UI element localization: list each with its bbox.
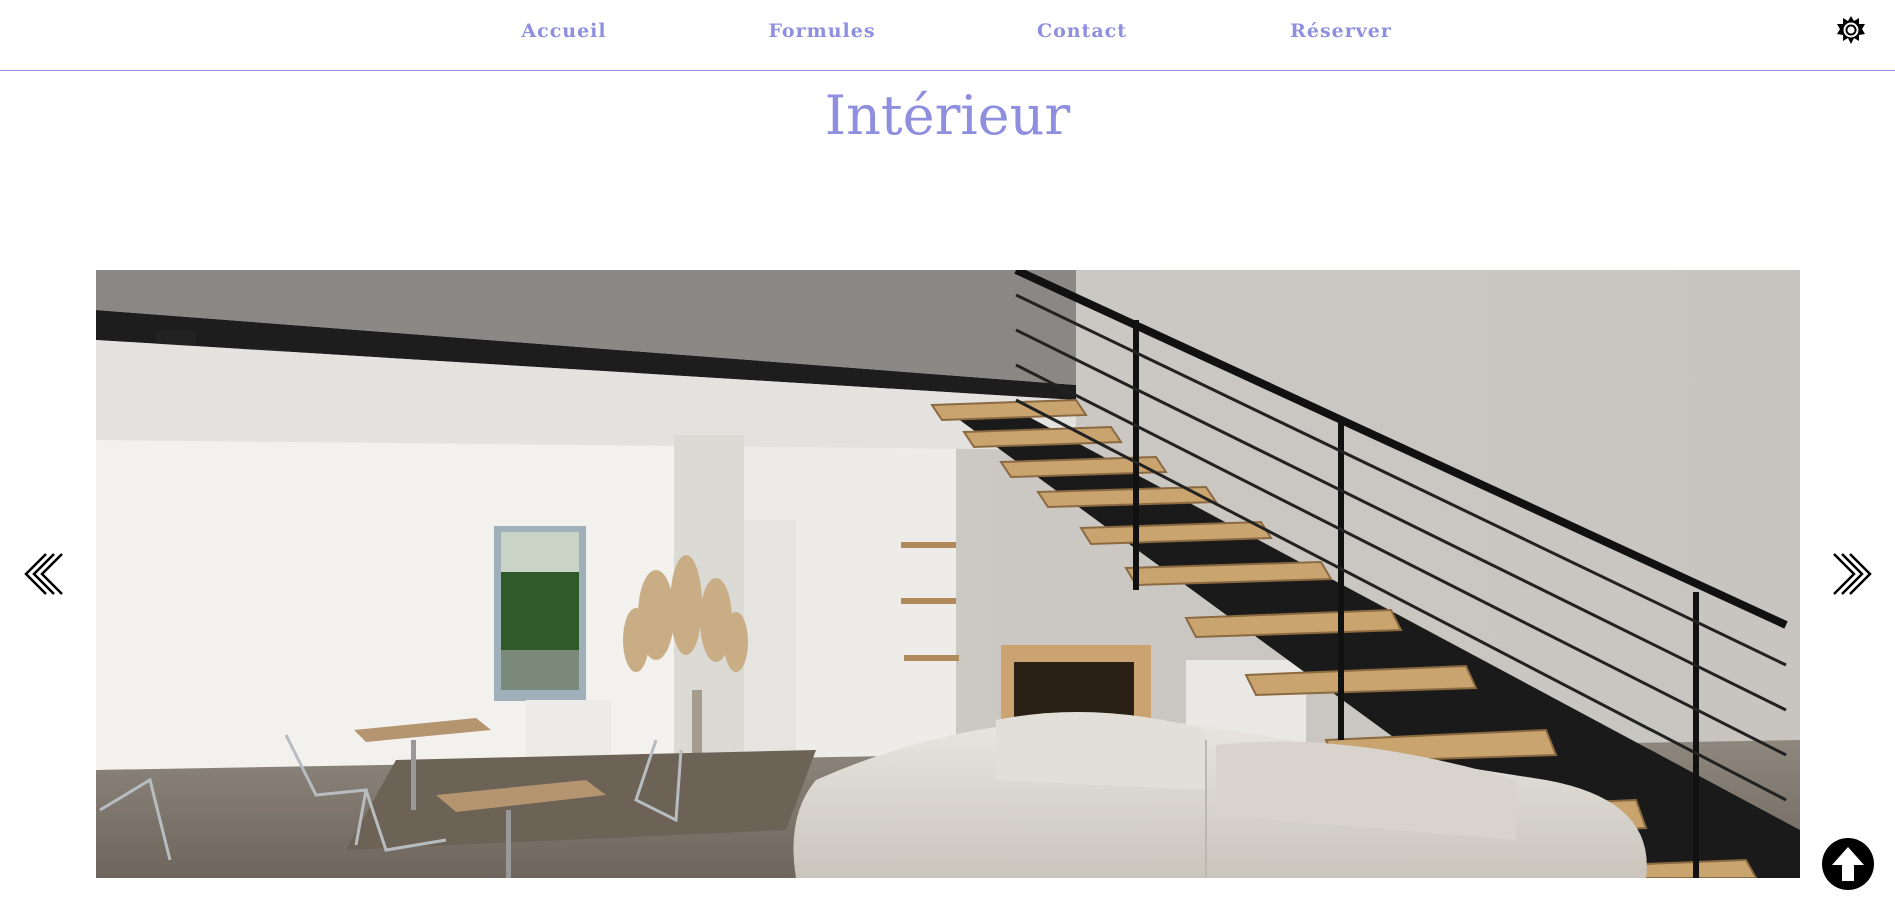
nav-link-accueil[interactable]: Accueil	[521, 20, 606, 42]
scroll-to-top-button[interactable]	[1822, 838, 1874, 890]
theme-toggle-button[interactable]	[1836, 15, 1866, 45]
nav-link-contact[interactable]: Contact	[1037, 20, 1127, 42]
double-chevron-left-icon	[24, 553, 63, 595]
carousel-next-button[interactable]	[1826, 550, 1874, 598]
top-navbar: Accueil Formules Contact Réserver	[0, 0, 1895, 71]
double-chevron-right-icon	[1833, 553, 1872, 595]
image-carousel	[0, 270, 1895, 878]
carousel-prev-button[interactable]	[22, 550, 70, 598]
nav-link-reserver[interactable]: Réserver	[1290, 20, 1392, 42]
nav-link-formules[interactable]: Formules	[768, 20, 875, 42]
arrow-up-icon	[1832, 847, 1864, 881]
interior-photo	[96, 270, 1800, 878]
page-title: Intérieur	[824, 84, 1071, 147]
sun-icon	[1837, 16, 1865, 44]
